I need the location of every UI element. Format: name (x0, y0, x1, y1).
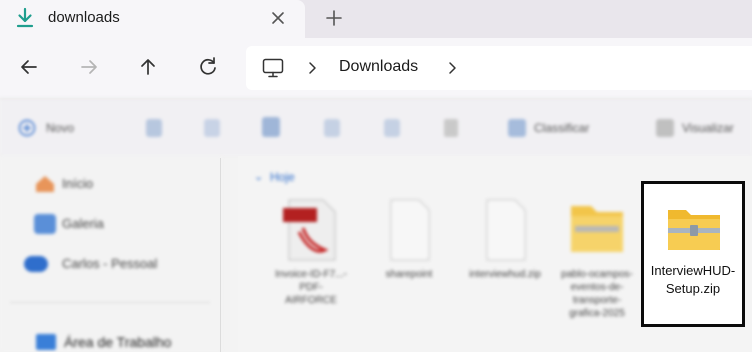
view-button[interactable]: Visualizar (682, 121, 734, 135)
document-icon (390, 199, 430, 261)
rename-icon[interactable] (324, 119, 340, 137)
new-button[interactable]: Novo (46, 121, 74, 135)
cut-icon[interactable] (146, 119, 162, 137)
sidebar-item-label: Área de Trabalho (64, 334, 172, 350)
sidebar-item-onedrive[interactable]: Carlos - Pessoal (10, 254, 190, 274)
new-item-icon[interactable] (18, 119, 36, 137)
navigation-bar: Downloads (0, 38, 752, 98)
sort-icon[interactable] (508, 119, 526, 137)
copy-icon[interactable] (204, 119, 220, 137)
navigation-pane: Início Galeria Carlos - Pessoal Área de … (0, 156, 222, 352)
refresh-icon[interactable] (195, 54, 221, 80)
file-label: sharepoint (385, 269, 433, 280)
chevron-right-icon[interactable] (306, 60, 318, 76)
delete-icon[interactable] (444, 119, 458, 137)
chevron-right-icon[interactable] (446, 60, 458, 76)
forward-arrow-icon[interactable] (76, 54, 102, 80)
back-arrow-icon[interactable] (16, 54, 42, 80)
sidebar-item-gallery[interactable]: Galeria (34, 214, 194, 234)
file-label: InterviewHUD-Setup.zip (650, 263, 736, 296)
file-label: pablo-ocampos-eventos-de-transporte-graf… (561, 269, 633, 319)
computer-icon (262, 58, 284, 78)
sidebar-item-label: Carlos - Pessoal (62, 256, 158, 271)
address-bar[interactable]: Downloads (246, 46, 752, 90)
pdf-icon (283, 199, 336, 261)
file-item[interactable]: sharepoint (372, 198, 446, 281)
collapse-chevron-icon[interactable]: ⌄ (254, 170, 263, 183)
file-item[interactable]: Invoice-ID-F7...-PDF-AIRFORCE (274, 198, 348, 307)
selected-file-item[interactable]: InterviewHUD-Setup.zip (641, 181, 745, 327)
breadcrumb-downloads[interactable]: Downloads (339, 58, 418, 76)
gallery-icon (34, 214, 56, 234)
sidebar-item-label: Galeria (62, 216, 104, 231)
section-header-today[interactable]: Hoje (270, 170, 295, 184)
download-icon (16, 7, 34, 28)
sidebar-item-home[interactable]: Início (34, 174, 194, 194)
tab-bar: downloads (0, 0, 752, 38)
close-tab-icon[interactable] (266, 6, 290, 30)
share-icon[interactable] (384, 119, 400, 137)
zip-folder-icon (571, 206, 623, 252)
up-arrow-icon[interactable] (135, 54, 161, 80)
file-label: Invoice-ID-F7...-PDF-AIRFORCE (275, 269, 347, 306)
tab-downloads[interactable]: downloads (0, 0, 305, 38)
desktop-icon (36, 334, 56, 350)
sidebar-item-label: Início (62, 176, 94, 191)
home-icon (36, 176, 54, 192)
tab-title: downloads (48, 9, 120, 26)
view-icon[interactable] (656, 119, 674, 137)
sort-button[interactable]: Classificar (534, 121, 589, 135)
file-item[interactable]: pablo-ocampos-eventos-de-transporte-graf… (560, 198, 634, 320)
sidebar-item-desktop[interactable]: Área de Trabalho (36, 332, 216, 352)
file-item[interactable]: interviewhud.zip (468, 198, 542, 281)
paste-icon[interactable] (262, 117, 280, 137)
command-toolbar: Novo Classificar Visualizar (0, 98, 752, 156)
document-icon (486, 199, 526, 261)
cloud-icon (24, 256, 48, 272)
zip-folder-icon (668, 210, 720, 250)
new-tab-icon[interactable] (322, 6, 346, 30)
file-label: interviewhud.zip (469, 269, 541, 280)
nav-divider (10, 302, 210, 303)
pane-divider (220, 158, 221, 352)
